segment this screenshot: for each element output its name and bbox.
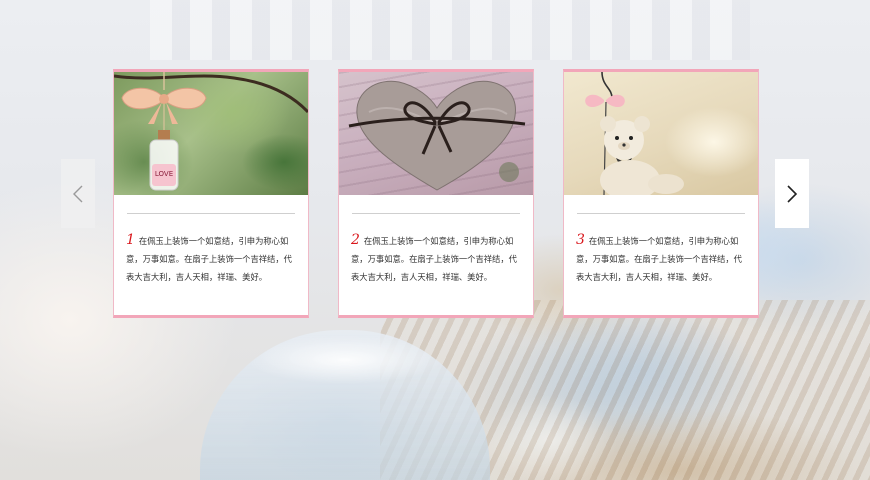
- teddy-bear-illustration: [585, 72, 684, 195]
- card-description: 2 在佩玉上装饰一个如意结，引申为称心如意，万事如意。在扇子上装饰一个吉祥结，代表…: [351, 231, 523, 286]
- card-number: 3: [576, 232, 585, 248]
- card-divider: [577, 213, 745, 214]
- card-photo-teddy: [564, 72, 758, 195]
- chevron-right-icon: [787, 184, 798, 203]
- carousel-next-button[interactable]: [775, 159, 809, 228]
- card-number: 1: [126, 232, 135, 248]
- chevron-left-icon: [73, 185, 83, 202]
- background-radiator: [150, 0, 750, 60]
- card-description: 3 在佩玉上装饰一个如意结，引申为称心如意，万事如意。在扇子上装饰一个吉祥结，代表…: [576, 231, 748, 286]
- bow-jar-illustration: LOVE: [114, 72, 308, 191]
- card-text: 在佩玉上装饰一个如意结，引申为称心如意，万事如意。在扇子上装饰一个吉祥结，代表大…: [126, 236, 292, 282]
- card-divider: [127, 213, 295, 214]
- jar-label: LOVE: [155, 170, 173, 178]
- card-text: 在佩玉上装饰一个如意结，引申为称心如意，万事如意。在扇子上装饰一个吉祥结，代表大…: [576, 236, 742, 282]
- stone-heart-illustration: [348, 80, 526, 191]
- card-photo-bow-jar: LOVE: [114, 72, 308, 195]
- card-text: 在佩玉上装饰一个如意结，引申为称心如意，万事如意。在扇子上装饰一个吉祥结，代表大…: [351, 236, 517, 282]
- card-divider: [352, 213, 520, 214]
- carousel-prev-button[interactable]: [61, 159, 95, 228]
- carousel-card-3[interactable]: 3 在佩玉上装饰一个如意结，引申为称心如意，万事如意。在扇子上装饰一个吉祥结，代表…: [563, 69, 759, 318]
- card-photo-heart: [339, 72, 533, 195]
- carousel-card-1[interactable]: LOVE 1 在佩玉上装饰一个如意结，引申为称心如意，万事如意。在扇子上装饰一个吉…: [113, 69, 309, 318]
- carousel-card-2[interactable]: 2 在佩玉上装饰一个如意结，引申为称心如意，万事如意。在扇子上装饰一个吉祥结，代表…: [338, 69, 534, 318]
- card-number: 2: [351, 232, 360, 248]
- card-description: 1 在佩玉上装饰一个如意结，引申为称心如意，万事如意。在扇子上装饰一个吉祥结，代表…: [126, 231, 298, 286]
